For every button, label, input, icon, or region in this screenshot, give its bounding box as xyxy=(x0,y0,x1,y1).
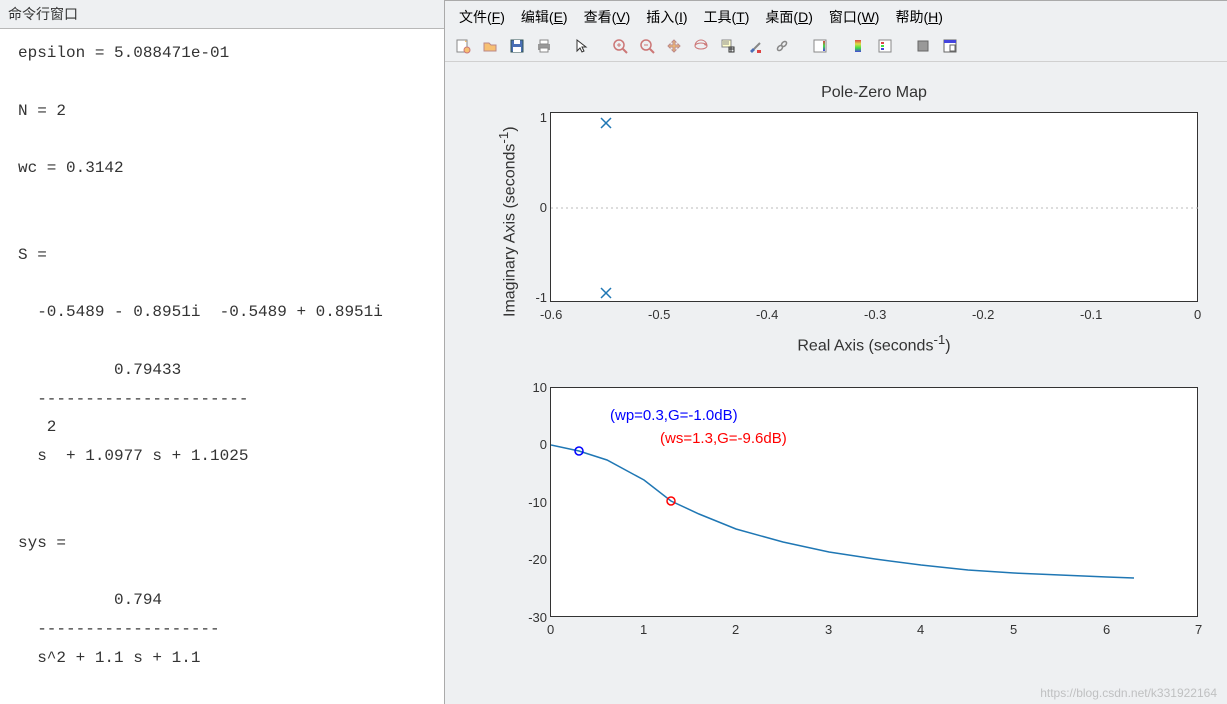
menu-window[interactable]: 窗口(W) xyxy=(823,5,886,29)
menu-edit[interactable]: 编辑(E) xyxy=(515,5,574,29)
menu-insert[interactable]: 插入(I) xyxy=(640,5,693,29)
pzmap-xlabel: Real Axis (seconds-1) xyxy=(550,332,1198,355)
legend-icon[interactable] xyxy=(873,34,897,58)
watermark: https://blog.csdn.net/k331922164 xyxy=(1040,686,1217,700)
bode-xtick: 6 xyxy=(1103,622,1110,637)
bode-xtick: 1 xyxy=(640,622,647,637)
pz-xtick: -0.1 xyxy=(1080,307,1102,322)
annot-ws: (ws=1.3,G=-9.6dB) xyxy=(660,430,787,447)
pz-ytick: 1 xyxy=(535,110,547,125)
link-icon[interactable] xyxy=(770,34,794,58)
bode-ytick: 10 xyxy=(523,380,547,395)
dock-icon[interactable] xyxy=(938,34,962,58)
figure-toolbar xyxy=(445,31,1227,62)
menu-view[interactable]: 查看(V) xyxy=(578,5,637,29)
bode-xtick: 0 xyxy=(547,622,554,637)
insert-colorbar-icon[interactable] xyxy=(808,34,832,58)
annot-wp: (wp=0.3,G=-1.0dB) xyxy=(610,407,738,424)
bode-xtick: 2 xyxy=(732,622,739,637)
command-window-title: 命令行窗口 xyxy=(0,0,444,29)
save-icon[interactable] xyxy=(505,34,529,58)
figure-canvas: Pole-Zero Map Imaginary Axis (seconds-1)… xyxy=(445,62,1227,704)
menu-desktop[interactable]: 桌面(D) xyxy=(759,5,818,29)
command-window-output: epsilon = 5.088471e-01 N = 2 wc = 0.3142… xyxy=(0,29,444,704)
new-figure-icon[interactable] xyxy=(451,34,475,58)
zoom-out-icon[interactable] xyxy=(635,34,659,58)
bode-ytick: 0 xyxy=(523,437,547,452)
pz-ytick: 0 xyxy=(535,200,547,215)
brush-icon[interactable] xyxy=(743,34,767,58)
pz-xtick: -0.6 xyxy=(540,307,562,322)
colorbar-icon[interactable] xyxy=(846,34,870,58)
data-cursor-icon[interactable] xyxy=(716,34,740,58)
pan-icon[interactable] xyxy=(662,34,686,58)
menu-tools[interactable]: 工具(T) xyxy=(698,5,756,29)
open-icon[interactable] xyxy=(478,34,502,58)
pzmap-title: Pole-Zero Map xyxy=(550,84,1198,102)
hide-tools-icon[interactable] xyxy=(911,34,935,58)
pz-xtick: -0.2 xyxy=(972,307,994,322)
pz-xtick: -0.3 xyxy=(864,307,886,322)
bode-ytick: -30 xyxy=(515,610,547,625)
pointer-icon[interactable] xyxy=(570,34,594,58)
bode-ytick: -20 xyxy=(515,552,547,567)
rotate-3d-icon[interactable] xyxy=(689,34,713,58)
menu-file[interactable]: 文件(F) xyxy=(453,5,511,29)
bode-xtick: 3 xyxy=(825,622,832,637)
zoom-in-icon[interactable] xyxy=(608,34,632,58)
figure-menubar: 文件(F) 编辑(E) 查看(V) 插入(I) 工具(T) 桌面(D) 窗口(W… xyxy=(445,1,1227,31)
pz-xtick: -0.4 xyxy=(756,307,778,322)
pzmap-ylabel: Imaginary Axis (seconds-1) xyxy=(496,126,519,317)
bode-xtick: 7 xyxy=(1195,622,1202,637)
pz-ytick: -1 xyxy=(529,290,547,305)
bode-xtick: 5 xyxy=(1010,622,1017,637)
pz-xtick: 0 xyxy=(1194,307,1201,322)
pzmap-axes[interactable] xyxy=(550,112,1198,302)
bode-ytick: -10 xyxy=(515,495,547,510)
command-window-pane: 命令行窗口 epsilon = 5.088471e-01 N = 2 wc = … xyxy=(0,0,445,704)
menu-help[interactable]: 帮助(H) xyxy=(889,5,948,29)
figure-window-pane: 文件(F) 编辑(E) 查看(V) 插入(I) 工具(T) 桌面(D) 窗口(W… xyxy=(445,0,1227,704)
bode-xtick: 4 xyxy=(917,622,924,637)
pz-xtick: -0.5 xyxy=(648,307,670,322)
print-icon[interactable] xyxy=(532,34,556,58)
